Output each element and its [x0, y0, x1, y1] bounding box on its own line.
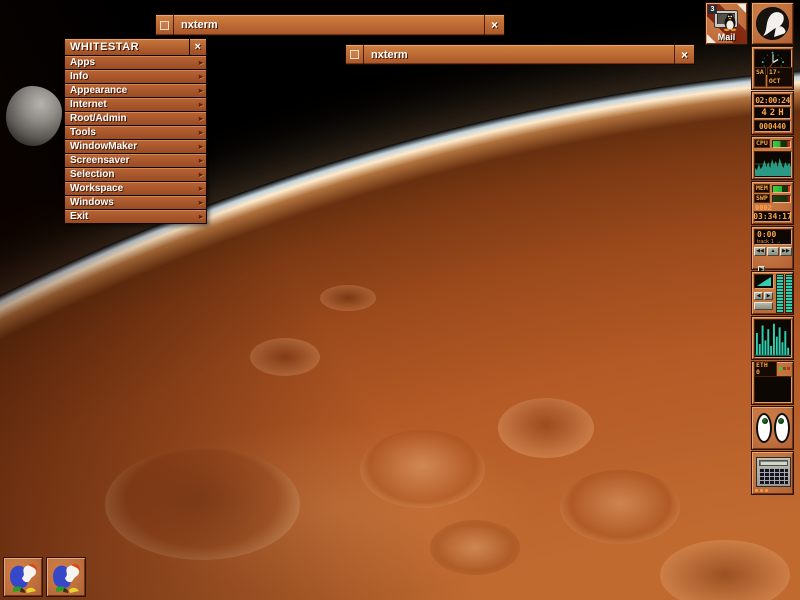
- menu-item-windows[interactable]: Windows ▸: [65, 196, 206, 209]
- mute-button[interactable]: [754, 302, 773, 310]
- close-button[interactable]: ×: [484, 15, 504, 35]
- menu-item-windowmaker[interactable]: WindowMaker ▸: [65, 140, 206, 153]
- cpu-label: CPU: [754, 139, 770, 148]
- dock-tile-digital-clock[interactable]: 02:00:24 42H 000440: [751, 91, 794, 135]
- desktop: nxterm × nxterm × WHITESTAR × Apps ▸ Inf…: [0, 0, 800, 600]
- appicon-whitestar-1[interactable]: [3, 557, 43, 597]
- menu-item-exit[interactable]: Exit ▸: [65, 210, 206, 223]
- mem-usage-gauge: [772, 185, 791, 193]
- menu-item-root-admin[interactable]: Root/Admin ▸: [65, 112, 206, 125]
- mail-label: Mail: [706, 32, 747, 42]
- dock-tile-mail[interactable]: 3 Mail: [705, 2, 748, 45]
- submenu-arrow-icon: ▸: [199, 184, 206, 193]
- menu-item-appearance[interactable]: Appearance ▸: [65, 84, 206, 97]
- submenu-arrow-icon: ▸: [199, 100, 206, 109]
- root-menu: WHITESTAR × Apps ▸ Info ▸ Appearance ▸ I…: [64, 38, 207, 224]
- windowmaker-logo-icon: [752, 3, 793, 44]
- level-meter-left: [776, 274, 784, 313]
- player-time: 0:00: [757, 231, 789, 239]
- dock-tile-spectrum[interactable]: [751, 316, 794, 360]
- channel-next-button[interactable]: ▶: [764, 292, 773, 300]
- miniaturize-icon: [160, 21, 169, 30]
- miniaturize-button[interactable]: [346, 45, 364, 64]
- volume-display: [754, 274, 774, 289]
- dock-tile-eyes[interactable]: [751, 406, 794, 450]
- menu-close-button[interactable]: ×: [189, 39, 206, 55]
- next-track-button[interactable]: ▶▶: [780, 247, 792, 256]
- swap-usage-gauge: [772, 195, 791, 203]
- submenu-arrow-icon: ▸: [199, 128, 206, 137]
- track-number: 1: [771, 239, 774, 245]
- dock-tile-mixer[interactable]: ◀ ▶: [751, 271, 794, 315]
- window-title: nxterm: [174, 19, 484, 31]
- date: 17-OCT: [767, 67, 793, 87]
- digital-time: 02:00:24: [754, 94, 791, 106]
- miniaturize-icon: [350, 50, 359, 59]
- menu-title: WHITESTAR: [65, 41, 189, 53]
- mail-count-badge: 3: [708, 5, 717, 14]
- track-label: track: [757, 239, 769, 245]
- dock-tile-clock[interactable]: SA 17-OCT: [751, 46, 794, 90]
- window-title: nxterm: [364, 49, 674, 61]
- submenu-arrow-icon: ▸: [199, 156, 206, 165]
- eyes-icon: [752, 407, 793, 449]
- submenu-arrow-icon: ▸: [199, 86, 206, 95]
- cpu-history-graph: [754, 151, 792, 178]
- date-display: SA 17-OCT: [754, 67, 793, 87]
- whitestar-logo-icon: [6, 560, 40, 594]
- submenu-arrow-icon: ▸: [199, 72, 206, 81]
- menu-item-info[interactable]: Info ▸: [65, 70, 206, 83]
- prev-track-button[interactable]: ◀◀: [754, 247, 766, 256]
- lcd-counter: 000440: [754, 120, 791, 132]
- tux-penguin-icon: [723, 13, 737, 31]
- cpu-load-gauge: [772, 140, 791, 148]
- mem-label: MEM: [754, 184, 770, 193]
- window-titlebar-nxterm-1[interactable]: nxterm ×: [155, 14, 505, 36]
- calculator-icon: [756, 457, 791, 487]
- swap-label: SWP: [754, 194, 770, 203]
- eth-status-leds: [779, 367, 791, 370]
- dock-tile-windowmaker[interactable]: [751, 2, 794, 45]
- submenu-arrow-icon: ▸: [199, 198, 206, 207]
- dock-tile-ethernet[interactable]: ETH 0: [751, 361, 794, 405]
- uptime-clock: 03:34:17: [754, 211, 791, 222]
- eth-label: ETH 0: [754, 361, 777, 377]
- menu-item-workspace[interactable]: Workspace ▸: [65, 182, 206, 195]
- submenu-arrow-icon: ▸: [199, 58, 206, 67]
- appicon-whitestar-2[interactable]: [46, 557, 86, 597]
- menu-item-selection[interactable]: Selection ▸: [65, 168, 206, 181]
- volume-wedge-icon: [757, 277, 771, 286]
- weekday: SA: [754, 67, 766, 87]
- menu-item-apps[interactable]: Apps ▸: [65, 56, 206, 69]
- window-titlebar-nxterm-2[interactable]: nxterm ×: [345, 44, 695, 65]
- corner-decoration: [737, 4, 746, 13]
- status-leds: [755, 489, 768, 492]
- submenu-arrow-icon: ▸: [199, 212, 206, 221]
- menu-item-tools[interactable]: Tools ▸: [65, 126, 206, 139]
- miniaturize-button[interactable]: [156, 15, 174, 35]
- eth-traffic-display: [754, 376, 792, 403]
- close-button[interactable]: ×: [674, 45, 694, 64]
- menu-item-screensaver[interactable]: Screensaver ▸: [65, 154, 206, 167]
- menu-item-internet[interactable]: Internet ▸: [65, 98, 206, 111]
- dock-tile-cd-player[interactable]: 0:00 track 1 → ◀◀ ▲ ▶▶ ▶: [751, 226, 794, 270]
- dock-tile-mem-monitor[interactable]: MEM SWP 0002 days, 03:34:17: [751, 181, 794, 225]
- dock-tile-cpu-monitor[interactable]: CPU: [751, 136, 794, 180]
- submenu-arrow-icon: ▸: [199, 170, 206, 179]
- whitestar-logo-icon: [49, 560, 83, 594]
- lcd-indicator-row: 42H: [754, 107, 791, 119]
- root-menu-titlebar[interactable]: WHITESTAR ×: [65, 39, 206, 55]
- direction-arrow-icon: →: [776, 239, 782, 245]
- dock-tile-calculator[interactable]: [751, 451, 794, 495]
- channel-prev-button[interactable]: ◀: [754, 292, 763, 300]
- spectrum-graph: [754, 319, 792, 358]
- submenu-arrow-icon: ▸: [199, 114, 206, 123]
- eject-button[interactable]: ▲: [767, 247, 779, 256]
- level-meter-right: [785, 274, 793, 313]
- submenu-arrow-icon: ▸: [199, 142, 206, 151]
